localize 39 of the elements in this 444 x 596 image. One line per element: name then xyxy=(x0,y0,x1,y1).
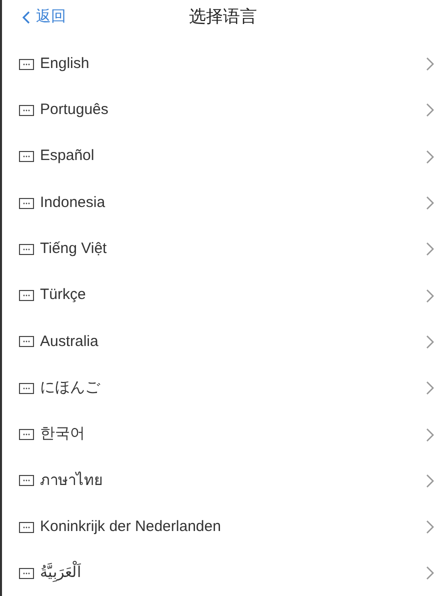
flag-placeholder-icon xyxy=(19,104,34,116)
language-item[interactable]: 한국어 xyxy=(2,411,444,458)
flag-placeholder-icon xyxy=(19,568,34,579)
flag-placeholder-icon xyxy=(19,58,34,70)
chevron-right-icon xyxy=(426,288,434,303)
language-item[interactable]: Español xyxy=(2,134,444,180)
chevron-right-icon xyxy=(426,242,434,256)
flag-placeholder-icon xyxy=(19,429,34,440)
language-item[interactable]: Türkçe xyxy=(2,272,444,319)
language-item[interactable]: Português xyxy=(2,87,444,134)
back-chevron-icon xyxy=(22,10,30,24)
chevron-right-icon xyxy=(426,103,434,118)
language-item[interactable]: English xyxy=(2,41,444,88)
chevron-right-icon xyxy=(426,428,434,442)
chevron-right-icon xyxy=(426,57,434,72)
flag-placeholder-icon xyxy=(19,151,34,162)
language-item[interactable]: ภาษาไทย xyxy=(2,458,444,504)
flag-placeholder-icon xyxy=(19,290,34,302)
chevron-right-icon xyxy=(426,196,434,210)
language-item[interactable]: اَلْعَرَبِيَّةُ xyxy=(2,550,444,596)
language-item[interactable]: Australia xyxy=(2,318,444,366)
chevron-right-icon xyxy=(426,150,434,164)
flag-placeholder-icon xyxy=(19,475,34,486)
flag-placeholder-icon xyxy=(19,244,34,255)
flag-placeholder-icon xyxy=(19,522,34,533)
chevron-right-icon xyxy=(426,520,434,534)
language-item[interactable]: Koninkrijk der Nederlanden xyxy=(2,504,444,550)
language-item[interactable]: にほんご xyxy=(2,365,444,412)
flag-placeholder-icon xyxy=(19,382,34,394)
flag-placeholder-icon xyxy=(19,336,34,348)
chevron-right-icon xyxy=(426,566,434,580)
language-item[interactable]: Indonesia xyxy=(2,180,444,226)
chevron-right-icon xyxy=(426,381,434,396)
page-title: 选择语言 xyxy=(189,6,257,28)
flag-placeholder-icon xyxy=(19,198,34,209)
language-item[interactable]: Tiếng Việt xyxy=(2,226,444,272)
back-button[interactable]: 返回 xyxy=(22,6,66,28)
chevron-right-icon xyxy=(426,474,434,488)
chevron-right-icon xyxy=(426,334,434,349)
